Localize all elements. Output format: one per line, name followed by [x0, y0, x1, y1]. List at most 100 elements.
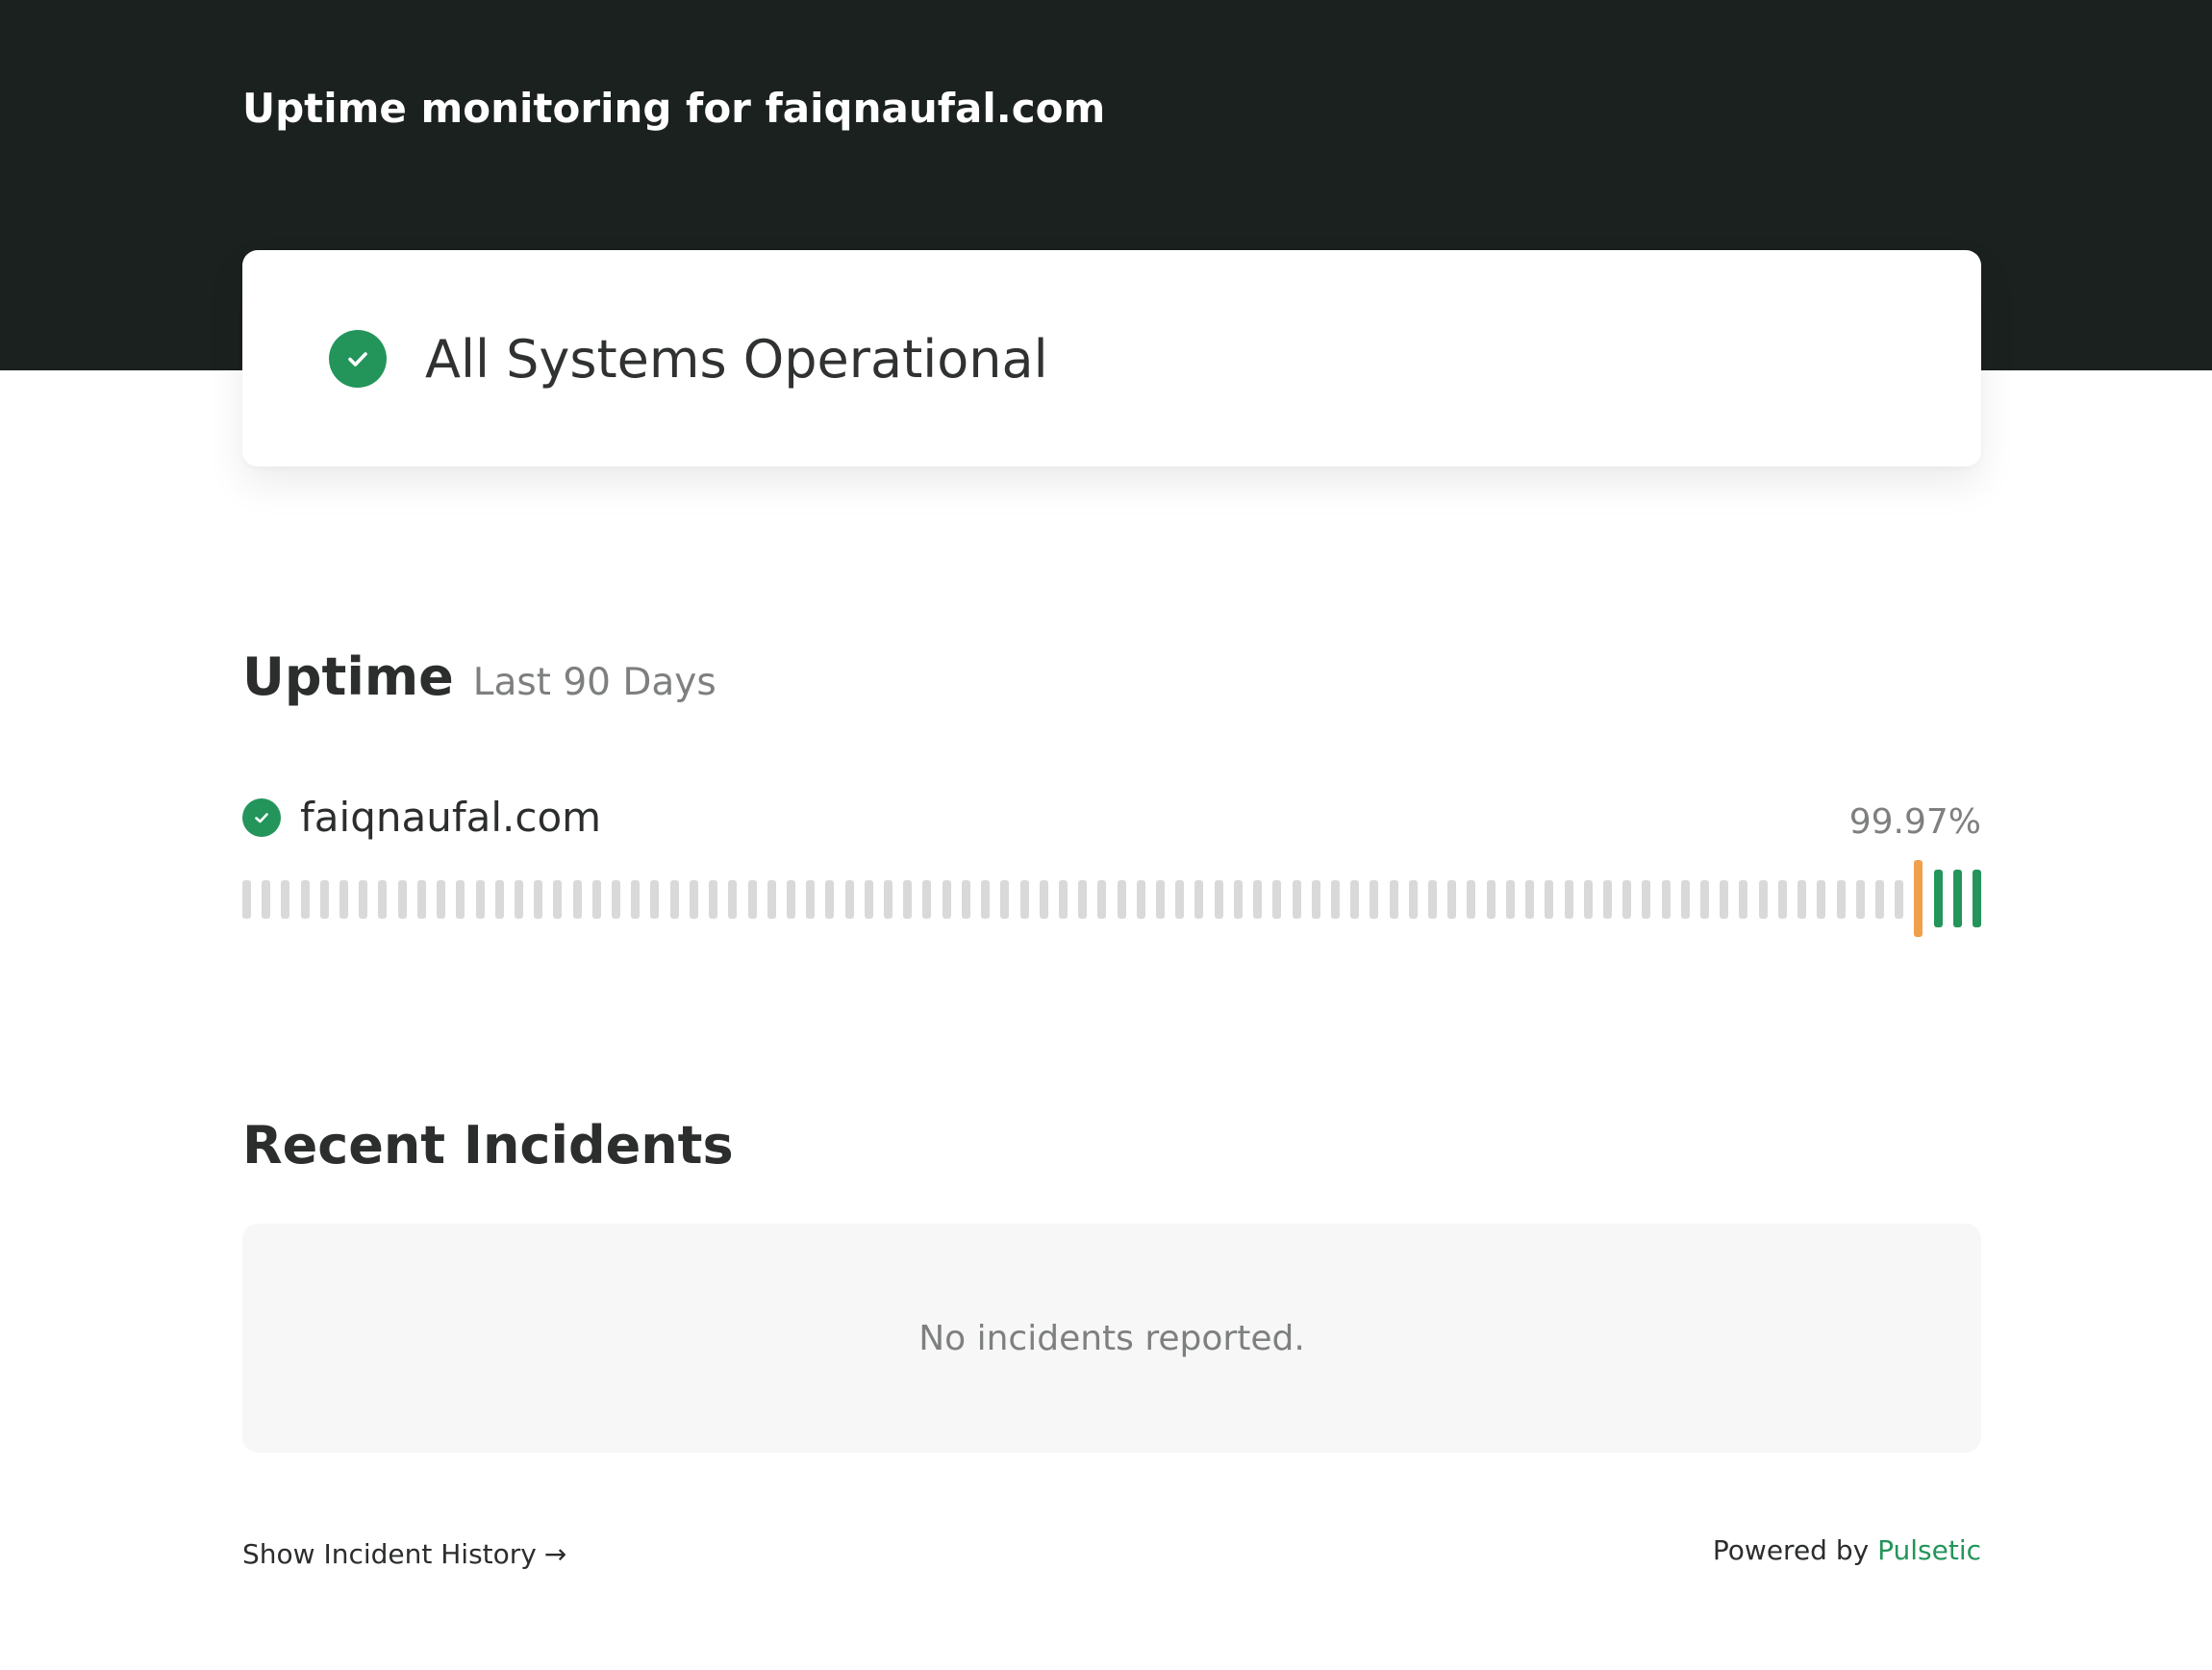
uptime-day-bar-none[interactable] — [1039, 880, 1048, 919]
uptime-day-bar-none[interactable] — [1428, 880, 1438, 919]
uptime-day-bar-none[interactable] — [1797, 880, 1807, 919]
uptime-day-bar-none[interactable] — [669, 880, 679, 919]
uptime-day-bar-none[interactable] — [747, 880, 757, 919]
uptime-day-bar-none[interactable] — [1505, 880, 1515, 919]
uptime-day-bar-up[interactable] — [1952, 870, 1962, 927]
uptime-day-bar-none[interactable] — [1467, 880, 1476, 919]
uptime-day-bar-none[interactable] — [1447, 880, 1457, 919]
uptime-day-bar-none[interactable] — [242, 880, 251, 919]
uptime-day-bar-partial[interactable] — [1914, 860, 1923, 937]
uptime-day-bar-none[interactable] — [689, 880, 698, 919]
uptime-day-bar-none[interactable] — [1564, 880, 1573, 919]
uptime-day-bar-none[interactable] — [300, 880, 310, 919]
uptime-day-bar-none[interactable] — [1058, 880, 1068, 919]
uptime-day-bar-none[interactable] — [262, 880, 271, 919]
uptime-day-bar-none[interactable] — [767, 880, 776, 919]
uptime-day-bar-none[interactable] — [1156, 880, 1166, 919]
uptime-day-bar-none[interactable] — [1836, 880, 1846, 919]
uptime-day-bar-none[interactable] — [844, 880, 854, 919]
uptime-period: Last 90 Days — [472, 661, 716, 704]
check-circle-icon — [329, 330, 387, 388]
uptime-day-bar-none[interactable] — [981, 880, 991, 919]
uptime-day-bar-none[interactable] — [1292, 880, 1301, 919]
powered-by-label: Powered by — [1712, 1534, 1870, 1566]
uptime-day-bar-none[interactable] — [1525, 880, 1535, 919]
system-status-card: All Systems Operational — [242, 250, 1981, 467]
uptime-day-bar-none[interactable] — [1097, 880, 1107, 919]
uptime-day-bar-none[interactable] — [1019, 880, 1029, 919]
uptime-day-bar-none[interactable] — [903, 880, 913, 919]
uptime-day-bar-none[interactable] — [1642, 880, 1651, 919]
uptime-day-bar-none[interactable] — [456, 880, 465, 919]
powered-by: Powered by Pulsetic — [1713, 1531, 1981, 1570]
uptime-day-bar-none[interactable] — [1194, 880, 1204, 919]
uptime-day-bar-none[interactable] — [884, 880, 893, 919]
uptime-day-bar-none[interactable] — [1680, 880, 1690, 919]
uptime-day-bar-none[interactable] — [397, 880, 407, 919]
monitor-row: faiqnaufal.com 99.97% — [242, 793, 1981, 850]
uptime-day-bar-none[interactable] — [281, 880, 290, 919]
uptime-day-bar-up[interactable] — [1973, 870, 1981, 927]
uptime-day-bar-none[interactable] — [378, 880, 388, 919]
show-incident-history-link[interactable]: Show Incident History → — [242, 1535, 566, 1574]
uptime-day-bar-none[interactable] — [961, 880, 970, 919]
uptime-day-bar-none[interactable] — [437, 880, 446, 919]
uptime-day-bar-none[interactable] — [1486, 880, 1496, 919]
uptime-day-bar-none[interactable] — [1117, 880, 1126, 919]
uptime-day-bar-none[interactable] — [1136, 880, 1145, 919]
uptime-day-bar-none[interactable] — [1078, 880, 1088, 919]
uptime-day-bar-none[interactable] — [1583, 880, 1593, 919]
uptime-day-bar-none[interactable] — [786, 880, 795, 919]
uptime-day-bar-none[interactable] — [1817, 880, 1826, 919]
uptime-day-bar-none[interactable] — [1758, 880, 1768, 919]
uptime-day-bar-none[interactable] — [591, 880, 601, 919]
uptime-day-bar-none[interactable] — [359, 880, 368, 919]
uptime-day-bar-none[interactable] — [553, 880, 563, 919]
uptime-day-bar-none[interactable] — [1545, 880, 1554, 919]
uptime-percentage: 99.97% — [1848, 802, 1981, 842]
uptime-day-bar-none[interactable] — [1370, 880, 1379, 919]
uptime-day-bar-none[interactable] — [612, 880, 621, 919]
uptime-day-bar-none[interactable] — [1233, 880, 1243, 919]
uptime-day-bar-none[interactable] — [825, 880, 835, 919]
uptime-day-bar-none[interactable] — [942, 880, 951, 919]
uptime-day-bar-none[interactable] — [709, 880, 718, 919]
uptime-day-bar-none[interactable] — [806, 880, 816, 919]
pulsetic-link[interactable]: Pulsetic — [1877, 1534, 1981, 1566]
uptime-day-bar-none[interactable] — [494, 880, 504, 919]
uptime-day-bar-none[interactable] — [1272, 880, 1282, 919]
uptime-day-bar-none[interactable] — [534, 880, 543, 919]
uptime-day-bar-none[interactable] — [572, 880, 582, 919]
uptime-day-bar-none[interactable] — [514, 880, 523, 919]
uptime-day-bar-none[interactable] — [1175, 880, 1185, 919]
uptime-day-bar-none[interactable] — [1330, 880, 1340, 919]
uptime-day-bar-none[interactable] — [319, 880, 329, 919]
uptime-day-bar-none[interactable] — [1408, 880, 1418, 919]
uptime-day-bar-none[interactable] — [631, 880, 641, 919]
uptime-day-bar-none[interactable] — [1214, 880, 1223, 919]
uptime-day-bar-none[interactable] — [650, 880, 660, 919]
uptime-day-bar-none[interactable] — [1602, 880, 1612, 919]
uptime-day-bar-up[interactable] — [1933, 870, 1943, 927]
uptime-day-bar-none[interactable] — [1661, 880, 1671, 919]
uptime-day-bar-none[interactable] — [416, 880, 426, 919]
uptime-day-bar-none[interactable] — [1350, 880, 1360, 919]
uptime-day-bar-none[interactable] — [1253, 880, 1263, 919]
uptime-day-bar-none[interactable] — [1720, 880, 1729, 919]
uptime-day-bar-none[interactable] — [1000, 880, 1010, 919]
uptime-day-bar-none[interactable] — [864, 880, 873, 919]
uptime-day-bar-none[interactable] — [1389, 880, 1398, 919]
uptime-day-bar-none[interactable] — [339, 880, 349, 919]
uptime-day-bar-none[interactable] — [1311, 880, 1320, 919]
uptime-day-bar-none[interactable] — [1739, 880, 1748, 919]
uptime-day-bar-none[interactable] — [475, 880, 485, 919]
uptime-day-bar-none[interactable] — [728, 880, 738, 919]
uptime-day-bar-none[interactable] — [922, 880, 932, 919]
uptime-day-bar-none[interactable] — [1700, 880, 1709, 919]
uptime-day-bar-none[interactable] — [1874, 880, 1884, 919]
uptime-day-bar-none[interactable] — [1622, 880, 1632, 919]
check-circle-icon — [242, 798, 281, 837]
uptime-day-bar-none[interactable] — [1895, 880, 1904, 919]
uptime-day-bar-none[interactable] — [1777, 880, 1787, 919]
uptime-day-bar-none[interactable] — [1855, 880, 1865, 919]
